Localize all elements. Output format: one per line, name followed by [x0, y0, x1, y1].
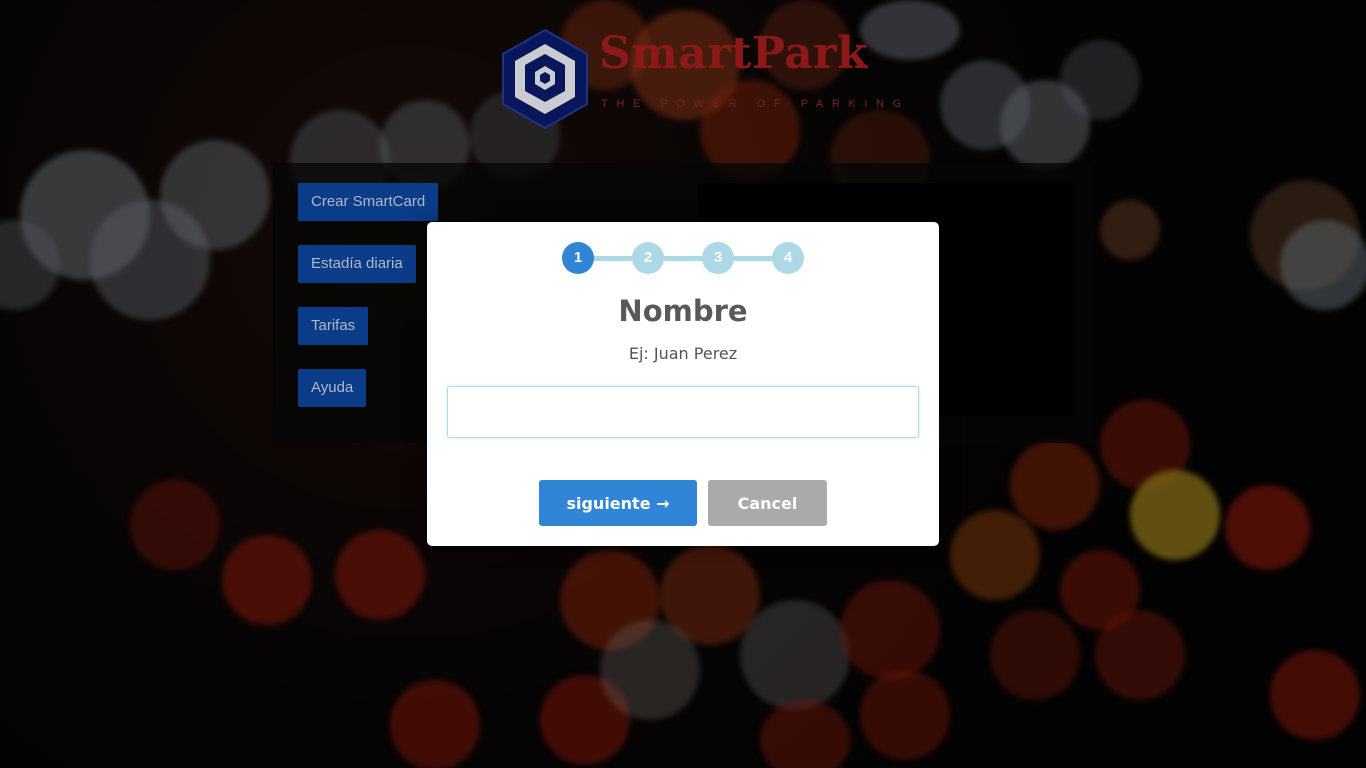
name-input[interactable] [447, 386, 919, 438]
step-2: 2 [632, 242, 664, 274]
steps-connector-line [578, 256, 788, 261]
step-3: 3 [702, 242, 734, 274]
modal-hint: Ej: Juan Perez [628, 344, 738, 363]
cancel-button[interactable]: Cancel [708, 480, 827, 526]
next-button[interactable]: siguiente → [539, 480, 697, 526]
modal-title: Nombre [618, 294, 748, 328]
step-4: 4 [772, 242, 804, 274]
name-modal: 1 2 3 4 Nombre Ej: Juan Perez siguiente … [427, 222, 939, 546]
progress-steps: 1 2 3 4 [562, 242, 804, 274]
step-1: 1 [562, 242, 594, 274]
